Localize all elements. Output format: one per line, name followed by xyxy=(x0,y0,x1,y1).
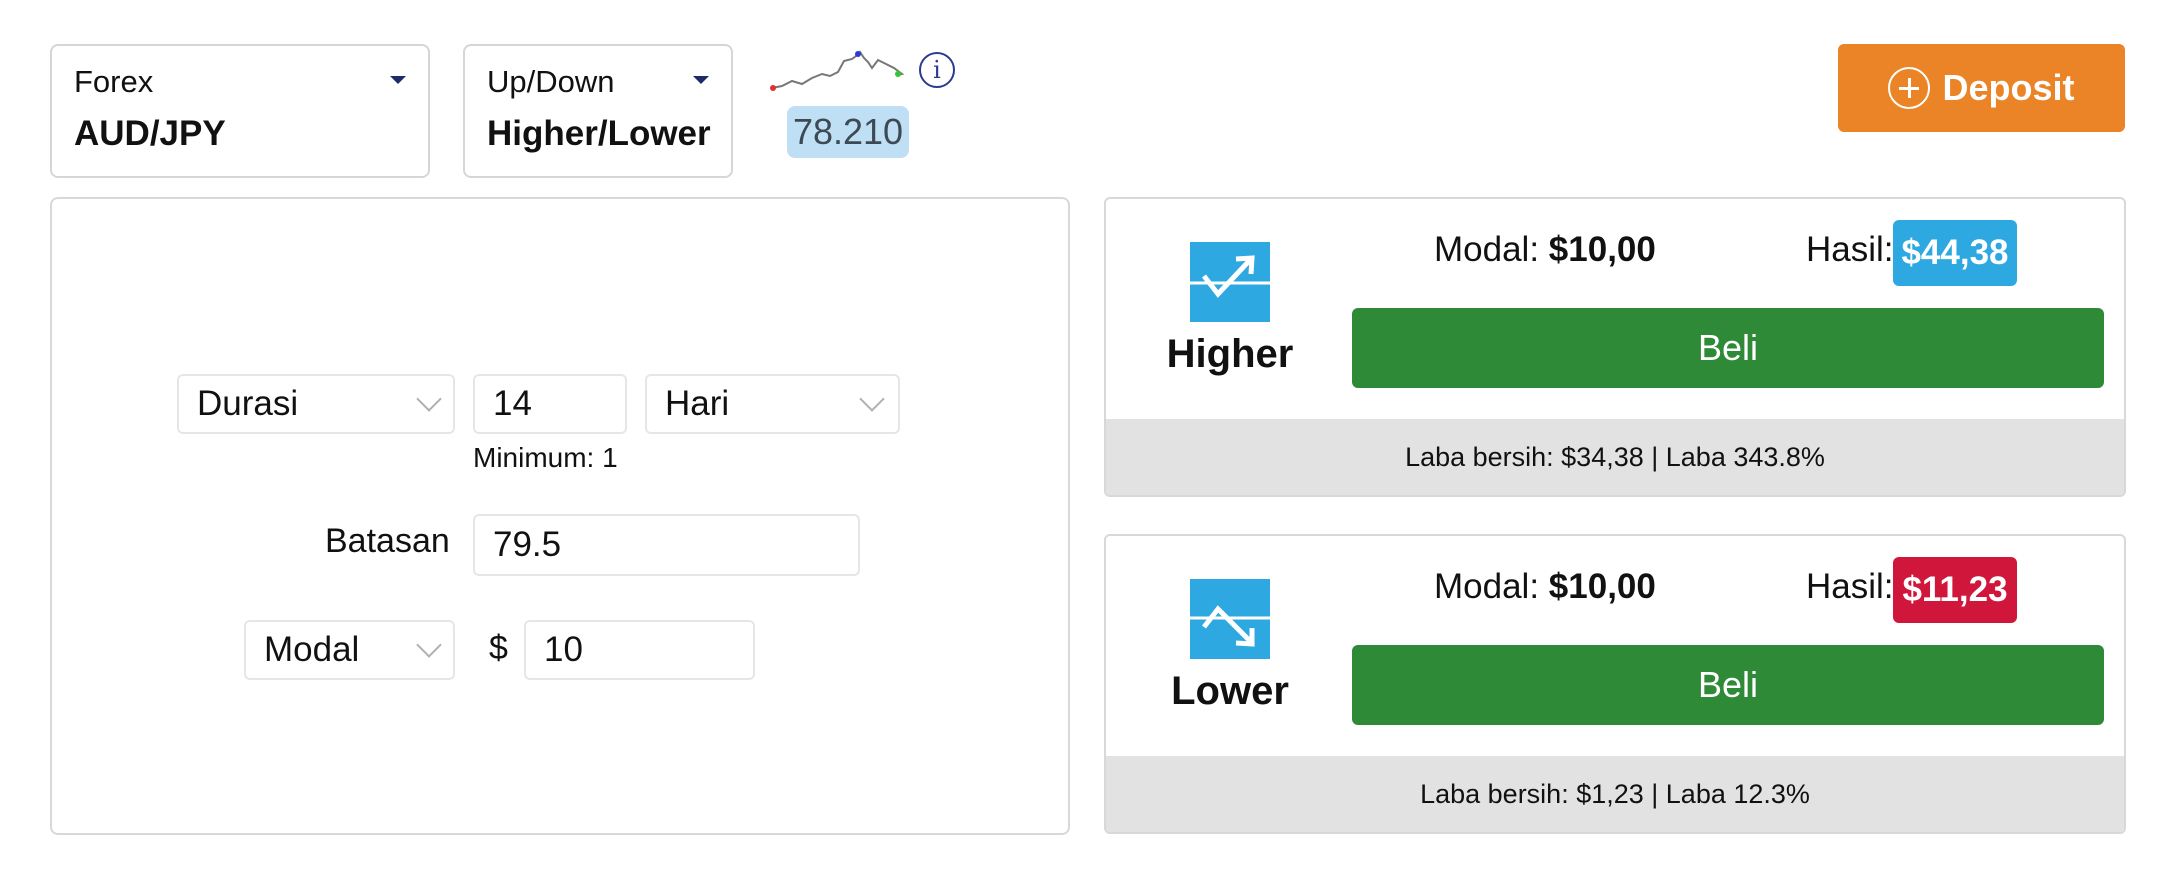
lower-modal-value: $10,00 xyxy=(1548,567,1656,606)
higher-profit-summary: Laba bersih: $34,38 | Laba 343.8% xyxy=(1106,419,2124,495)
info-icon[interactable]: i xyxy=(919,52,955,88)
currency-symbol: $ xyxy=(489,629,508,667)
trend-up-icon xyxy=(1190,242,1270,322)
duration-type-label: Durasi xyxy=(197,384,299,423)
lower-payout-badge: $11,23 xyxy=(1893,557,2017,623)
barrier-value: 79.5 xyxy=(493,525,562,564)
barrier-input[interactable]: 79.5 xyxy=(473,514,860,576)
chevron-down-icon xyxy=(416,386,442,412)
duration-type-select[interactable]: Durasi xyxy=(177,374,455,434)
contract-type-selector[interactable]: Up/Down Higher/Lower xyxy=(463,44,733,178)
duration-minimum-hint: Minimum: 1 xyxy=(473,442,618,473)
higher-modal-value: $10,00 xyxy=(1548,230,1656,269)
duration-unit-label: Hari xyxy=(665,384,730,423)
stake-type-label: Modal xyxy=(264,630,360,669)
contract-type-value: Higher/Lower xyxy=(487,114,711,153)
higher-buy-button[interactable]: Beli xyxy=(1352,308,2104,388)
lower-payout-label: Hasil: xyxy=(1806,567,1894,606)
trend-down-icon xyxy=(1190,579,1270,659)
duration-unit-select[interactable]: Hari xyxy=(645,374,900,434)
higher-stake: Modal: $10,00 xyxy=(1434,230,1656,270)
asset-category-label: Forex xyxy=(74,64,154,99)
deposit-button[interactable]: Deposit xyxy=(1838,44,2125,132)
lower-modal-label: Modal: xyxy=(1434,567,1540,606)
higher-payout-label: Hasil: xyxy=(1806,230,1894,269)
chevron-down-icon xyxy=(859,386,885,412)
asset-value: AUD/JPY xyxy=(74,114,226,153)
stake-value: 10 xyxy=(544,630,583,669)
asset-selector[interactable]: Forex AUD/JPY xyxy=(50,44,430,178)
duration-value: 14 xyxy=(493,384,532,423)
caret-down-icon xyxy=(390,76,406,84)
duration-input[interactable]: 14 xyxy=(473,374,627,434)
stake-input[interactable]: 10 xyxy=(524,620,755,680)
higher-modal-label: Modal: xyxy=(1434,230,1540,269)
stake-type-select[interactable]: Modal xyxy=(244,620,455,680)
deposit-label: Deposit xyxy=(1942,67,2075,108)
higher-option-name: Higher xyxy=(1166,332,1294,376)
contract-category-label: Up/Down xyxy=(487,64,615,99)
caret-down-icon xyxy=(693,76,709,84)
price-sparkline xyxy=(770,50,904,91)
higher-payout-badge: $44,38 xyxy=(1893,220,2017,286)
plus-circle-icon xyxy=(1888,67,1931,109)
lower-profit-summary: Laba bersih: $1,23 | Laba 12.3% xyxy=(1106,756,2124,832)
barrier-label: Batasan xyxy=(325,522,450,560)
lower-option-name: Lower xyxy=(1171,669,1289,713)
chevron-down-icon xyxy=(416,632,442,658)
current-price-badge: 78.210 xyxy=(787,106,909,158)
lower-buy-button[interactable]: Beli xyxy=(1352,645,2104,725)
lower-stake: Modal: $10,00 xyxy=(1434,567,1656,607)
